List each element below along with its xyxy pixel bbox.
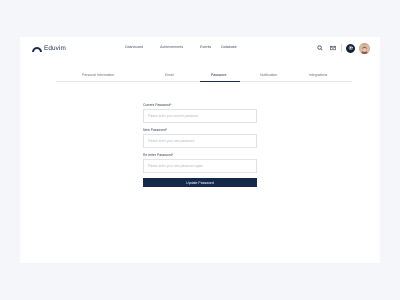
header-divider	[341, 44, 342, 52]
update-password-button[interactable]: Update Password	[143, 178, 257, 187]
new-password-field: New Password*	[143, 128, 257, 148]
settings-button[interactable]	[346, 43, 355, 53]
new-password-label: New Password*	[143, 128, 167, 132]
active-tab-indicator	[200, 80, 240, 82]
nav-item-events[interactable]: Events	[200, 45, 211, 49]
confirm-password-field: Re enter Password*	[143, 153, 257, 173]
tab-personal-information[interactable]: Personal Information	[82, 73, 114, 77]
nav-item-database[interactable]: Database	[221, 45, 237, 49]
messages-button[interactable]	[328, 44, 337, 53]
nav-item-achievements[interactable]: Achievements	[160, 45, 183, 49]
current-password-field: Current Password*	[143, 103, 257, 123]
avatar-image	[359, 44, 370, 54]
gear-icon	[348, 45, 353, 51]
new-password-input[interactable]	[143, 134, 257, 148]
mail-icon	[330, 45, 336, 51]
change-password-form: Current Password* New Password* Re enter…	[143, 103, 257, 187]
current-password-label: Current Password*	[143, 103, 172, 107]
nav-item-dashboard[interactable]: Dashboard	[125, 45, 143, 49]
tab-email[interactable]: Email	[165, 73, 174, 77]
search-button[interactable]	[315, 44, 324, 53]
current-password-input[interactable]	[143, 109, 257, 123]
settings-card: Eduvim Dashboard Achievements Events Dat…	[20, 37, 380, 263]
tab-notification[interactable]: Notification	[260, 73, 277, 77]
confirm-password-input[interactable]	[143, 159, 257, 173]
tab-integrations[interactable]: Integrations	[309, 73, 327, 77]
settings-tabs: Personal Information Email Password Noti…	[56, 70, 352, 82]
tab-password[interactable]: Password	[211, 73, 226, 77]
avatar[interactable]	[359, 42, 370, 54]
search-icon	[317, 45, 323, 51]
header-actions	[315, 41, 370, 55]
confirm-password-label: Re enter Password*	[143, 153, 174, 157]
